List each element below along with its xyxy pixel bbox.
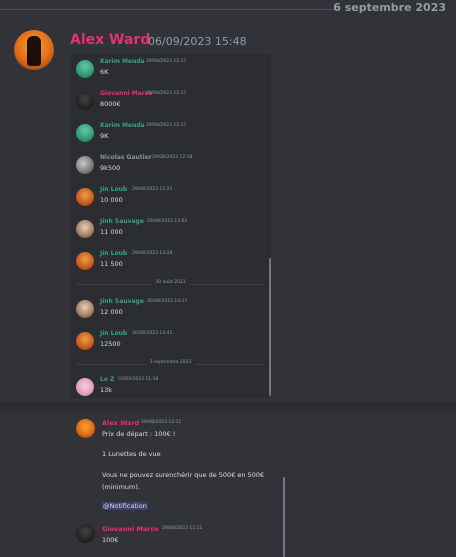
reply-line: 100€ <box>102 536 119 544</box>
green-avatar-icon[interactable] <box>76 60 94 78</box>
embed-author-name[interactable]: Giovanni Marco <box>100 90 152 97</box>
green-avatar-icon[interactable] <box>76 124 94 142</box>
embed-message-row: Nicolas Gautier 29/08/2023 12:18 9k500 <box>70 150 271 180</box>
reply-scrollbar[interactable] <box>283 477 285 557</box>
embed-author-name[interactable]: Lo Z <box>100 376 114 383</box>
embed-message-time: 29/08/2023 12:17 <box>146 123 187 128</box>
reply-line: 1 Lunettes de vue <box>102 450 161 458</box>
pink-avatar-icon[interactable] <box>76 378 94 396</box>
embed-scrollbar[interactable] <box>269 258 271 396</box>
embed-divider-label: 3 septembre 2023 <box>145 360 196 365</box>
embed-date-divider: 30 août 2023 <box>76 280 265 288</box>
date-divider-label: 6 septembre 2023 <box>333 1 446 14</box>
embed-message-content: 8000€ <box>100 100 121 108</box>
forwarded-messages-embed: Karim Meuda 29/08/2023 12:17 6K Giovanni… <box>70 54 271 398</box>
embed-message-content: 9k500 <box>100 164 121 172</box>
embed-message-row: Jin Loub 30/08/2023 14:41 12500 <box>70 326 271 356</box>
message-separator <box>0 402 456 412</box>
alex-avatar-icon[interactable] <box>76 419 95 438</box>
embed-message-time: 30/08/2023 14:17 <box>147 299 188 304</box>
orange-avatar-icon[interactable] <box>76 332 94 350</box>
date-divider: 6 septembre 2023 <box>0 0 456 18</box>
embed-message-time: 29/08/2023 13:28 <box>132 251 173 256</box>
notification-mention[interactable]: @Notification <box>102 502 148 510</box>
embed-author-name[interactable]: Jin Loub <box>100 250 127 257</box>
embed-message-content: 12 000 <box>100 308 123 316</box>
embed-message-row: Karim Meuda 29/08/2023 12:17 6K <box>70 54 271 84</box>
embed-author-name[interactable]: Nicolas Gautier <box>100 154 152 161</box>
dark-avatar-icon[interactable] <box>76 92 94 110</box>
embed-message-content: 12500 <box>100 340 121 348</box>
embed-message-content: 6K <box>100 68 109 76</box>
date-divider-line <box>0 9 338 10</box>
reply-time: 29/08/2023 12:11 <box>162 526 203 531</box>
quoted-message-block: Alex Ward 29/08/2023 12:11 Prix de dépar… <box>70 412 456 557</box>
embed-message-content: 11 000 <box>100 228 123 236</box>
embed-author-name[interactable]: Jinh Sauvage <box>100 218 144 225</box>
embed-author-name[interactable]: Jinh Sauvage <box>100 298 144 305</box>
embed-author-name[interactable]: Karim Meuda <box>100 58 145 65</box>
reply-line: (minimum). <box>102 483 140 491</box>
embed-date-divider: 3 septembre 2023 <box>76 360 265 368</box>
message-timestamp: 06/09/2023 15:48 <box>148 35 247 48</box>
reply-line: Prix de départ : 100€ ! <box>102 430 176 438</box>
reply-time: 29/08/2023 12:11 <box>141 420 182 425</box>
reply-author-name[interactable]: Alex Ward <box>102 419 139 427</box>
face-avatar-icon[interactable] <box>76 300 94 318</box>
embed-divider-label: 30 août 2023 <box>151 280 190 285</box>
embed-message-content: 11 500 <box>100 260 123 268</box>
embed-message-time: 03/09/2023 11:38 <box>118 377 159 382</box>
embed-message-time: 29/08/2023 13:02 <box>147 219 188 224</box>
embed-message-content: 9K <box>100 132 109 140</box>
face-avatar-icon[interactable] <box>76 220 94 238</box>
embed-message-row: Karim Meuda 29/08/2023 12:17 9K <box>70 118 271 148</box>
embed-message-time: 29/08/2023 12:21 <box>132 187 173 192</box>
avatar-figure-icon <box>27 36 41 66</box>
dark-avatar-icon[interactable] <box>76 524 95 543</box>
grey-avatar-icon[interactable] <box>76 156 94 174</box>
embed-message-time: 29/08/2023 12:17 <box>146 59 187 64</box>
message-author[interactable]: Alex Ward <box>70 32 150 48</box>
embed-message-time: 29/08/2023 12:18 <box>152 155 193 160</box>
user-avatar[interactable] <box>14 30 54 70</box>
embed-author-name[interactable]: Jin Loub <box>100 330 127 337</box>
embed-author-name[interactable]: Jin Loub <box>100 186 127 193</box>
reply-line: Vous ne pouvez surenchérir que de 500€ e… <box>102 471 265 479</box>
orange-avatar-icon[interactable] <box>76 188 94 206</box>
embed-message-content: 13k <box>100 386 113 394</box>
embed-message-time: 29/08/2023 12:17 <box>146 91 187 96</box>
embed-message-row: Lo Z 03/09/2023 11:38 13k <box>70 372 271 398</box>
embed-message-row: Jinh Sauvage 30/08/2023 14:17 12 000 <box>70 294 271 324</box>
reply-author-name[interactable]: Giovanni Marco <box>102 525 159 533</box>
embed-message-row: Giovanni Marco 29/08/2023 12:17 8000€ <box>70 86 271 116</box>
embed-message-row: Jin Loub 29/08/2023 13:28 11 500 <box>70 246 271 276</box>
embed-message-row: Jin Loub 29/08/2023 12:21 10 000 <box>70 182 271 212</box>
orange-avatar-icon[interactable] <box>76 252 94 270</box>
embed-message-time: 30/08/2023 14:41 <box>132 331 173 336</box>
embed-author-name[interactable]: Karim Meuda <box>100 122 145 129</box>
embed-message-content: 10 000 <box>100 196 123 204</box>
embed-message-row: Jinh Sauvage 29/08/2023 13:02 11 000 <box>70 214 271 244</box>
